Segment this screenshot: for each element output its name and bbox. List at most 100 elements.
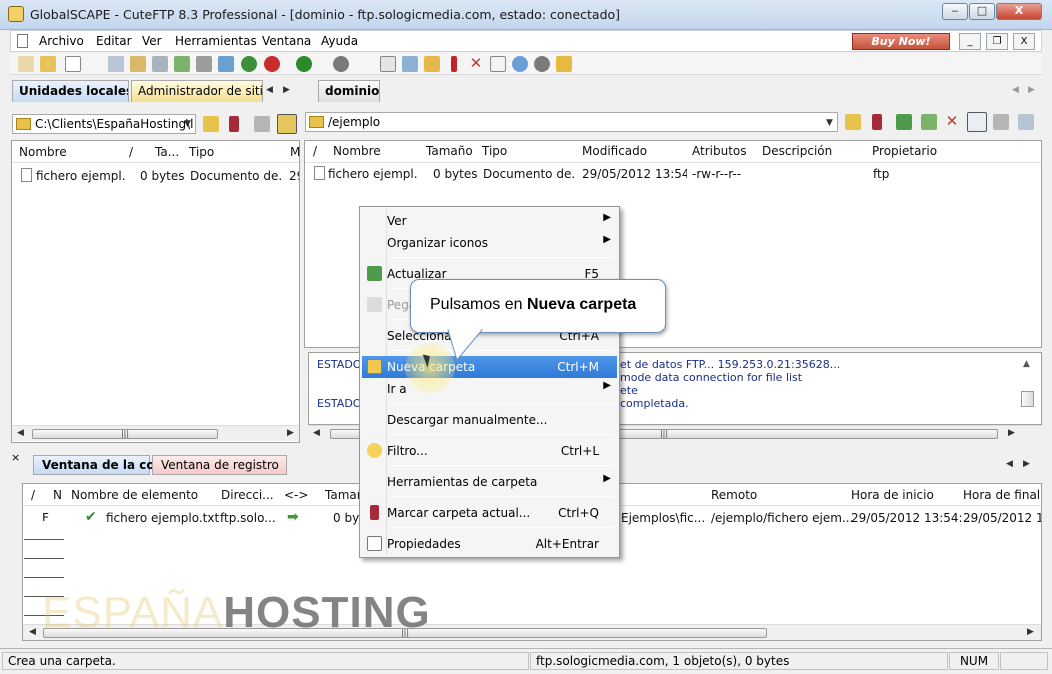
col-direction[interactable]: <-> [284,488,308,502]
tab-queue[interactable]: Ventana de la cola [33,455,167,475]
col-nombre[interactable]: Nombre [19,145,67,159]
local-path-dropdown-icon[interactable]: ▼ [184,119,191,129]
col-sort[interactable]: / [313,144,317,158]
remote-view-icon[interactable] [967,112,987,132]
col-tamano[interactable]: Ta... [155,145,179,159]
menu-ayuda[interactable]: Ayuda [321,34,358,48]
scroll-left-icon[interactable]: ◀ [17,428,24,438]
edit-icon[interactable] [380,56,396,72]
stop-icon[interactable] [264,56,280,72]
scroll-left-icon[interactable]: ◀ [29,627,36,637]
properties-icon[interactable] [490,56,506,72]
menu-editar[interactable]: Editar [96,34,132,48]
log-scroll-up-icon[interactable]: ▲ [1023,359,1037,369]
col-modificado[interactable]: Modificado [582,144,647,158]
scroll-thumb[interactable]: ||| [32,429,218,439]
refresh-icon[interactable] [218,56,234,72]
bookmark-icon[interactable] [229,116,239,132]
col-atributos[interactable]: Atributos [692,144,747,158]
remote-refresh-icon[interactable] [896,114,912,130]
quick-connect-icon[interactable] [152,56,168,72]
menu-item-marcar[interactable]: Marcar carpeta actual... Ctrl+Q [362,502,617,524]
col-sort[interactable]: / [129,145,133,159]
minimize-button[interactable]: ‒ [942,3,968,20]
folder-icon[interactable] [424,56,440,72]
tab-site-manager[interactable]: Administrador de siti [131,80,263,102]
buy-now-button[interactable]: Buy Now! [852,33,950,50]
menu-item-filtro[interactable]: Filtro... Ctrl+L [362,440,617,462]
remote-tab-right-icon[interactable]: ▶ [1028,85,1035,95]
mdi-close-button[interactable]: X [1013,33,1035,50]
menu-herramientas[interactable]: Herramientas [175,34,257,48]
col-sort[interactable]: / [31,488,35,502]
col-hora-fin[interactable]: Hora de finaliz [963,488,1041,502]
local-h-scrollbar[interactable]: ◀ ||| ▶ [12,425,299,441]
col-nombre[interactable]: Nombre [333,144,381,158]
upload-icon[interactable] [333,56,349,72]
menu-item-herramientas[interactable]: Herramientas de carpeta ▶ [362,471,617,493]
col-item-name[interactable]: Nombre de elemento [71,488,198,502]
menu-ver[interactable]: Ver [142,34,162,48]
table-row[interactable]: fichero ejempl... 0 bytes Documento de..… [309,164,969,184]
connect-icon[interactable] [18,56,34,72]
menu-item-ver[interactable]: Ver ▶ [362,210,617,232]
menu-item-propiedades[interactable]: Propiedades Alt+Entrar [362,533,617,555]
shield-icon[interactable] [556,56,572,72]
mdi-restore-button[interactable]: ❐ [986,33,1008,50]
tab-remote-dominio[interactable]: dominio [318,80,380,102]
remote-delete-icon[interactable]: ✕ [944,114,960,130]
disconnect-icon[interactable] [108,56,124,72]
download-icon[interactable] [296,56,312,72]
headset-icon[interactable] [534,56,550,72]
queue-close-icon[interactable]: × [11,451,20,464]
remote-transfer-icon[interactable] [1018,114,1034,130]
transfer-icon[interactable] [196,56,212,72]
local-new-folder-icon[interactable] [254,116,270,132]
queue-tab-right-icon[interactable]: ▶ [1023,459,1030,469]
remote-new-folder-icon[interactable] [993,114,1009,130]
menu-archivo[interactable]: Archivo [39,34,84,48]
alert-icon[interactable] [451,56,457,72]
site-icon[interactable] [174,56,190,72]
menu-item-nueva-carpeta[interactable]: Nueva carpetaCtrl+M [362,356,617,378]
remote-tab-left-icon[interactable]: ◀ [1012,85,1019,95]
close-button[interactable]: X [996,3,1042,20]
local-sync-icon[interactable] [277,114,297,134]
view-icon[interactable] [402,56,418,72]
remote-path-combo[interactable]: /ejemplo [305,112,838,132]
settings-icon[interactable] [512,56,528,72]
col-direccion[interactable]: Direcci... [221,488,274,502]
queue-tab-left-icon[interactable]: ◀ [1006,459,1013,469]
col-n[interactable]: N [53,488,62,502]
log-scroll-thumb[interactable] [1021,391,1034,407]
new-icon[interactable] [65,56,81,72]
remote-path-dropdown-icon[interactable]: ▼ [826,118,833,128]
folder-up-icon[interactable] [203,116,219,132]
local-path-combo[interactable]: C:\Clients\EspañaHosting\l [12,114,196,134]
delete-icon[interactable]: ✕ [468,56,484,72]
scroll-left-icon[interactable]: ◀ [313,428,320,438]
col-descripcion[interactable]: Descripción [762,144,832,158]
col-tamano[interactable]: Tamaño [426,144,473,158]
tab-log[interactable]: Ventana de registro [152,455,287,475]
tab-scroll-left-icon[interactable]: ◀ [266,85,273,95]
col-tipo[interactable]: Tipo [482,144,507,158]
menu-item-organizar[interactable]: Organizar iconos ▶ [362,232,617,254]
tab-local-drives[interactable]: Unidades locales [12,80,129,102]
col-hora-inicio[interactable]: Hora de inicio [851,488,934,502]
menu-item-descargar[interactable]: Descargar manualmente... [362,409,617,431]
sync-icon[interactable] [241,56,257,72]
scroll-right-icon[interactable]: ▶ [1008,428,1015,438]
scroll-right-icon[interactable]: ▶ [287,428,294,438]
col-propietario[interactable]: Propietario [872,144,937,158]
menu-item-ir-a[interactable]: Ir a ▶ [362,378,617,400]
remote-bookmark-icon[interactable] [872,114,882,130]
scroll-right-icon[interactable]: ▶ [1027,627,1034,637]
remote-folder-up-icon[interactable] [845,114,861,130]
wizard-icon[interactable] [40,56,56,72]
maximize-button[interactable]: □ [969,3,995,20]
mdi-minimize-button[interactable]: _ [959,33,981,50]
remote-tools-icon[interactable] [921,114,937,130]
table-row[interactable]: fichero ejempl... 0 bytes Documento de..… [16,166,299,186]
col-tipo[interactable]: Tipo [189,145,214,159]
